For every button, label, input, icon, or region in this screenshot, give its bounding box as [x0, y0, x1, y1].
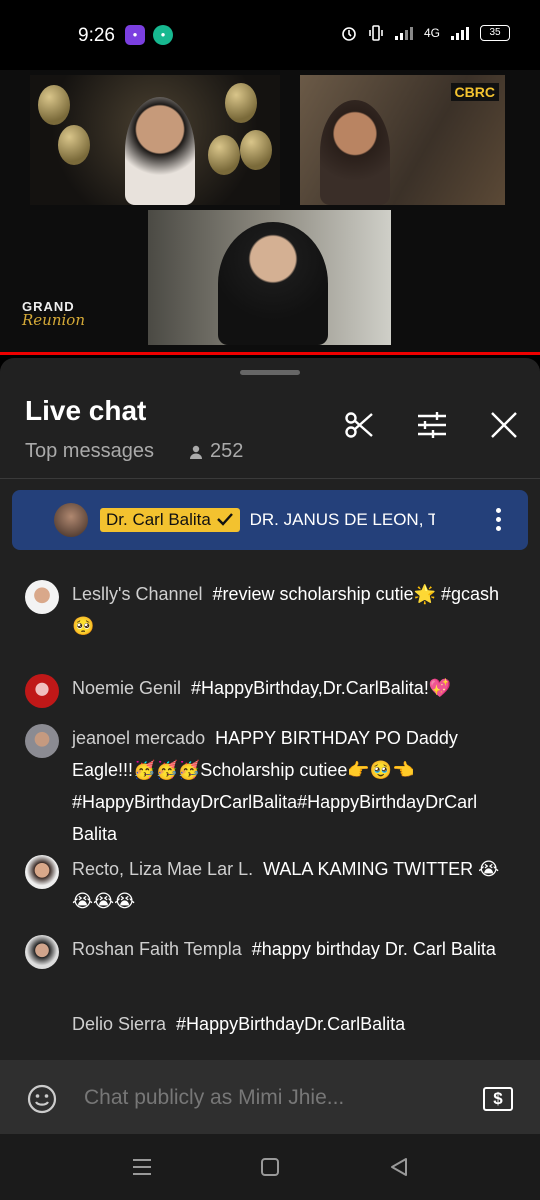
drag-handle[interactable] — [240, 370, 300, 375]
system-nav-bar — [0, 1134, 540, 1200]
signal-icon-2 — [451, 27, 469, 40]
pinned-author-badge[interactable]: Dr. Carl Balita — [100, 508, 240, 532]
video-player[interactable]: CBRC GRAND Reunion — [0, 70, 540, 355]
avatar — [25, 580, 59, 614]
panel-title: Live chat — [25, 395, 147, 426]
video-tile-host — [30, 75, 280, 205]
message-author: Recto, Liza Mae Lar L. — [72, 859, 254, 879]
message-text: #HappyBirthday,Dr.CarlBalita!💖 — [191, 678, 452, 698]
pinned-message-banner[interactable]: Dr. Carl Balita DR. JANUS DE LEON, T — [12, 490, 528, 550]
event-overlay-title: GRAND Reunion — [22, 299, 85, 329]
balloon-image — [240, 130, 272, 170]
message-author: Delio Sierra — [72, 1014, 167, 1034]
participant-image — [218, 222, 328, 345]
pinned-message-text: DR. JANUS DE LEON, T — [249, 510, 435, 529]
app-notification-icon: ● — [125, 25, 145, 45]
avatar — [25, 724, 59, 758]
person-icon — [190, 445, 202, 459]
close-icon — [491, 412, 517, 438]
close-chat-button[interactable] — [487, 408, 521, 442]
viewer-count: 252 — [188, 440, 243, 463]
message-text: #HappyBirthdayDr.CarlBalita — [176, 1014, 406, 1034]
chat-notification-icon: ● — [153, 25, 173, 45]
balloon-image — [38, 85, 70, 125]
battery-icon: 35 — [480, 25, 510, 41]
message-author: Noemie Genil — [72, 678, 182, 698]
message-author: Roshan Faith Templa — [72, 939, 242, 959]
avatar — [25, 674, 59, 708]
status-time: 9:26 — [78, 25, 115, 46]
signal-icon — [394, 27, 413, 40]
vibrate-icon — [369, 25, 383, 41]
chat-settings-button[interactable] — [415, 408, 449, 442]
super-chat-button[interactable]: $ — [483, 1087, 513, 1111]
pinned-author: Dr. Carl Balita — [106, 510, 211, 529]
live-chat-panel: Live chat Top messages 252 Dr. Carl Bali… — [0, 358, 540, 1200]
video-tile-speaker — [148, 210, 391, 345]
tune-icon — [418, 412, 446, 438]
network-label: 4G — [423, 26, 440, 40]
message-author: Leslly's Channel — [72, 584, 203, 604]
avatar — [25, 855, 59, 889]
participant-image — [125, 97, 195, 205]
recents-icon[interactable] — [131, 1156, 153, 1178]
emoji-icon[interactable] — [27, 1084, 57, 1114]
home-icon[interactable] — [259, 1156, 281, 1178]
status-bar: 9:26 ● ● 4G 35 — [0, 0, 540, 70]
balloon-image — [58, 125, 90, 165]
avatar — [54, 503, 88, 537]
more-options-icon[interactable] — [496, 508, 502, 535]
back-icon[interactable] — [388, 1156, 410, 1178]
balloon-image — [208, 135, 240, 175]
clip-button[interactable] — [342, 408, 376, 442]
video-progress-fill — [0, 352, 540, 355]
alarm-icon — [342, 27, 356, 41]
header-divider — [0, 478, 540, 479]
chat-input[interactable]: Chat publicly as Mimi Jhie... — [84, 1086, 344, 1110]
balloon-image — [225, 83, 257, 123]
chat-filter-dropdown[interactable]: Top messages — [25, 440, 154, 463]
channel-logo: CBRC — [450, 83, 499, 101]
verified-check-icon — [216, 513, 233, 526]
video-progress-bar[interactable] — [0, 352, 540, 355]
video-tile-guest: CBRC — [300, 75, 505, 205]
message-author: jeanoel mercado — [72, 728, 206, 748]
message-text: #happy birthday Dr. Carl Balita — [251, 939, 496, 959]
participant-image — [320, 100, 390, 205]
scissors-icon — [345, 412, 373, 438]
viewer-count-label: 252 — [210, 440, 244, 462]
chat-input-bar: Chat publicly as Mimi Jhie... $ — [0, 1060, 540, 1134]
avatar — [25, 935, 59, 969]
